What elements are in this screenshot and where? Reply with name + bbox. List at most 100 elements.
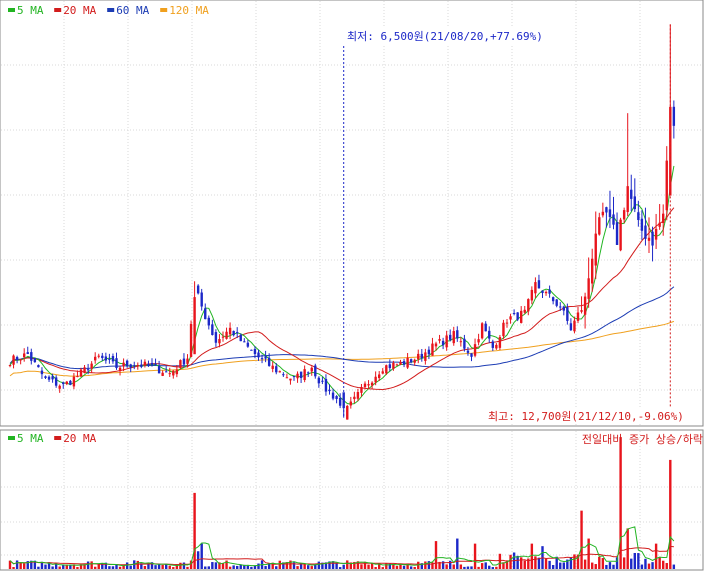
- candle-body: [502, 322, 505, 337]
- candle-body: [346, 405, 349, 420]
- candle-body: [484, 323, 487, 332]
- candle-body: [246, 342, 250, 347]
- candle-body: [19, 359, 22, 361]
- candle-body: [157, 366, 161, 374]
- candle-body: [594, 233, 597, 266]
- volume-bar: [62, 564, 65, 569]
- volume-bar: [257, 563, 260, 569]
- volume-bar: [484, 562, 487, 569]
- candle-body: [115, 358, 118, 369]
- volume-bar: [434, 541, 438, 569]
- volume-bar: [644, 558, 647, 569]
- candle-body: [477, 339, 480, 343]
- candle-body: [662, 213, 665, 224]
- candle-body: [445, 335, 448, 348]
- candle-body: [44, 376, 47, 378]
- volume-bar: [165, 564, 168, 569]
- candle: [498, 334, 502, 351]
- candle-body: [402, 361, 406, 365]
- candle-body: [65, 381, 68, 385]
- legend-label: 5 MA: [17, 4, 44, 17]
- candle-body: [47, 376, 51, 380]
- volume-bar: [622, 557, 626, 569]
- candle-body: [576, 312, 580, 321]
- candle-body: [541, 290, 544, 294]
- legend-label: 5 MA: [17, 432, 44, 445]
- volume-bar: [658, 557, 661, 569]
- candle-body: [83, 367, 86, 373]
- candle-body: [250, 349, 253, 351]
- candle-body: [527, 299, 530, 312]
- candle-body: [40, 370, 44, 375]
- candle-body: [427, 349, 431, 355]
- candle-body: [125, 360, 129, 367]
- candle-body: [172, 370, 175, 376]
- volume-bar: [601, 558, 605, 569]
- volume-bar: [278, 560, 281, 569]
- candle-body: [473, 344, 477, 356]
- candle-body: [186, 358, 189, 364]
- candle-body: [367, 384, 370, 386]
- volume-bar: [470, 566, 473, 569]
- candle-body: [310, 367, 313, 372]
- candle-body: [399, 362, 402, 365]
- volume-bar: [19, 562, 22, 569]
- volume-bar: [253, 566, 257, 569]
- candle-body: [335, 396, 338, 400]
- candle-body: [463, 338, 466, 349]
- volume-bar: [94, 566, 97, 569]
- candle-body: [161, 372, 164, 376]
- volume-bar: [296, 566, 299, 569]
- candle-body: [90, 363, 93, 369]
- candle-body: [136, 365, 139, 367]
- candle-body: [200, 292, 203, 307]
- candle-body: [495, 344, 498, 349]
- candle-body: [129, 364, 132, 368]
- candle-body: [264, 356, 267, 359]
- volume-bar: [651, 562, 654, 569]
- volume-bar: [232, 565, 235, 569]
- volume-bar: [186, 566, 189, 569]
- volume-bar: [335, 563, 338, 569]
- candle-body: [509, 316, 512, 320]
- candle-body: [626, 186, 629, 213]
- volume-bar: [76, 567, 79, 569]
- candle-body: [385, 365, 388, 374]
- candle-body: [498, 337, 502, 348]
- volume-bar: [424, 561, 427, 569]
- candle: [125, 359, 129, 368]
- candle-body: [328, 389, 331, 392]
- candle-body: [303, 369, 306, 381]
- high-price-annotation: 최고: 12,700원(21/12/10,-9.06%): [488, 410, 684, 423]
- candle-body: [54, 377, 58, 386]
- candle: [189, 320, 193, 358]
- volume-bar: [480, 563, 484, 569]
- candle-body: [79, 369, 83, 377]
- volume-bar: [630, 558, 633, 569]
- candle-body: [299, 371, 303, 378]
- volume-bar: [193, 492, 196, 569]
- volume-bar: [456, 538, 459, 569]
- candle-body: [104, 356, 108, 361]
- candle-body: [189, 323, 193, 357]
- legend-swatch: [8, 436, 15, 440]
- volume-bar: [612, 564, 615, 569]
- candle-body: [470, 353, 473, 357]
- candle-body: [324, 378, 328, 392]
- volume-bar: [473, 543, 477, 569]
- volume-bar: [598, 556, 601, 569]
- candle-body: [76, 376, 79, 378]
- candle-body: [406, 357, 409, 368]
- volume-bar: [477, 566, 480, 569]
- volume-bar: [221, 563, 225, 569]
- volume-bar: [395, 566, 399, 569]
- candle-body: [374, 376, 377, 383]
- volume-bar: [608, 562, 612, 569]
- volume-bar: [346, 560, 349, 569]
- volume-bar: [214, 562, 218, 569]
- candle-body: [665, 160, 668, 211]
- candle-body: [282, 374, 285, 376]
- candle-body: [530, 289, 534, 301]
- candle-body: [633, 196, 636, 210]
- volume-bar: [172, 567, 175, 569]
